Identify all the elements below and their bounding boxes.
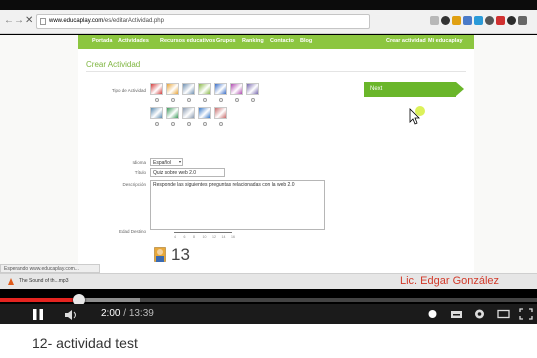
section-title: Crear Actividad [86, 60, 141, 69]
language-select[interactable]: Español ▾ [150, 158, 183, 166]
person-icon [154, 247, 166, 262]
activity-type-radio[interactable] [219, 122, 223, 126]
activity-type-thumbnail[interactable] [166, 107, 179, 119]
square-icon [463, 16, 472, 25]
video-top-bar [0, 0, 537, 10]
website-page: Portada Actividades Recursos educativos … [0, 35, 537, 289]
current-time: 2:00 [101, 308, 121, 319]
activity-type-radio[interactable] [235, 98, 239, 102]
activity-type-radio[interactable] [203, 122, 207, 126]
nav-link-ranking: Ranking [242, 38, 264, 44]
activity-type-thumbnail[interactable] [214, 107, 227, 119]
language-label: Idioma [132, 160, 146, 165]
page-icon [40, 18, 46, 25]
activity-type-thumbnail[interactable] [182, 107, 195, 119]
activity-type-thumbnail[interactable] [198, 107, 211, 119]
nav-link-crear: Crear actividad [386, 38, 426, 44]
nav-link-recursos: Recursos educativos [160, 38, 216, 44]
time-separator: / [120, 308, 129, 319]
circle-icon [441, 16, 450, 25]
activity-type-thumbnail[interactable] [150, 83, 163, 95]
square-icon [496, 16, 505, 25]
annotations-icon[interactable] [426, 308, 439, 320]
nav-link-grupos: Grupos [216, 38, 236, 44]
activity-type-thumbnail[interactable] [166, 83, 179, 95]
total-time: 13:39 [128, 308, 154, 319]
browser-status-text: Esperando www.educaplay.com... [0, 264, 100, 273]
url-host: www.educaplay.com [49, 18, 104, 24]
nav-link-contacto: Contacto [270, 38, 294, 44]
site-navigation: Portada Actividades Recursos educativos … [78, 35, 474, 49]
activity-type-radio[interactable] [155, 122, 159, 126]
nav-link-actividades: Actividades [118, 38, 149, 44]
url-path: /es/editarActividad.php [103, 18, 164, 24]
menu-icon [518, 16, 527, 25]
activity-type-radio[interactable] [155, 98, 159, 102]
age-tick-label: 8 [193, 235, 195, 239]
language-value: Español [153, 160, 172, 166]
activity-type-radio[interactable] [251, 98, 255, 102]
settings-gear-icon[interactable] [473, 308, 486, 320]
warning-icon [8, 278, 14, 285]
activity-type-radio[interactable] [171, 98, 175, 102]
target-age-label: Edad Destino [118, 229, 146, 234]
activity-type-thumbnail[interactable] [198, 83, 211, 95]
volume-icon[interactable] [65, 310, 79, 320]
title-input[interactable]: Quiz sobre web 2.0 [150, 168, 225, 177]
address-bar: www.educaplay.com/es/editarActividad.php [36, 14, 370, 29]
activity-type-radio[interactable] [219, 98, 223, 102]
age-slider-track[interactable] [174, 232, 232, 233]
activity-type-thumbnail[interactable] [230, 83, 243, 95]
activity-type-thumbnail[interactable] [214, 83, 227, 95]
time-display: 2:00 / 13:39 [101, 308, 154, 319]
description-label: Descripción [122, 182, 146, 187]
dot-icon [507, 16, 516, 25]
activity-type-thumbnail[interactable] [150, 107, 163, 119]
activity-type-radio[interactable] [171, 122, 175, 126]
theater-mode-icon[interactable] [497, 308, 510, 320]
age-tick-label: 10 [202, 235, 207, 239]
browser-toolbar: ← → ✕ www.educaplay.com/es/editarActivid… [0, 10, 537, 34]
age-tick-label: 16 [231, 235, 235, 239]
author-watermark: Lic. Edgar González [400, 275, 500, 287]
activity-type-label: Tipo de Actividad [111, 88, 146, 93]
captions-icon[interactable] [450, 308, 463, 320]
activity-type-thumbnail[interactable] [246, 83, 259, 95]
nav-link-blog: Blog [300, 38, 313, 44]
video-title: 12- actividad test [32, 335, 138, 351]
pause-icon[interactable] [32, 309, 44, 320]
nav-link-mi-educaplay: Mi educaplay [428, 38, 463, 44]
age-tick-label: 14 [221, 235, 226, 239]
age-tick-label: 4 [174, 235, 176, 239]
divider [86, 71, 466, 72]
next-banner: Next [364, 82, 456, 97]
age-value: 13 [171, 245, 190, 264]
video-frame[interactable]: ← → ✕ www.educaplay.com/es/editarActivid… [0, 0, 537, 324]
description-textarea[interactable]: Responde las siguientes preguntas relaci… [150, 180, 325, 230]
title-label: Título [134, 170, 146, 175]
square-icon [474, 16, 483, 25]
download-item: The Sound of th...mp3 [8, 276, 96, 287]
back-arrow-icon: ← [4, 15, 14, 26]
chevron-down-icon: ▾ [178, 159, 181, 164]
nav-link-portada: Portada [92, 38, 113, 44]
close-icon: ✕ [25, 15, 34, 26]
download-name: The Sound of th...mp3 [19, 278, 69, 284]
player-controls: 2:00 / 13:39 [0, 304, 537, 324]
age-tick-label: 12 [212, 235, 216, 239]
activity-type-radio[interactable] [187, 122, 191, 126]
played-bar [0, 298, 79, 302]
next-arrow-shape [456, 82, 464, 96]
circle-icon [485, 16, 494, 25]
star-icon [430, 16, 439, 25]
activity-type-radio[interactable] [187, 98, 191, 102]
chrome-icon [452, 16, 461, 25]
age-tick-label: 6 [183, 235, 186, 239]
activity-type-thumbnail[interactable] [182, 83, 195, 95]
forward-arrow-icon: → [14, 15, 24, 26]
activity-type-radio[interactable] [203, 98, 207, 102]
content-area: Crear Actividad Tipo de Actividad Next I… [78, 49, 474, 289]
fullscreen-icon[interactable] [519, 308, 533, 320]
cursor-icon [409, 106, 425, 125]
